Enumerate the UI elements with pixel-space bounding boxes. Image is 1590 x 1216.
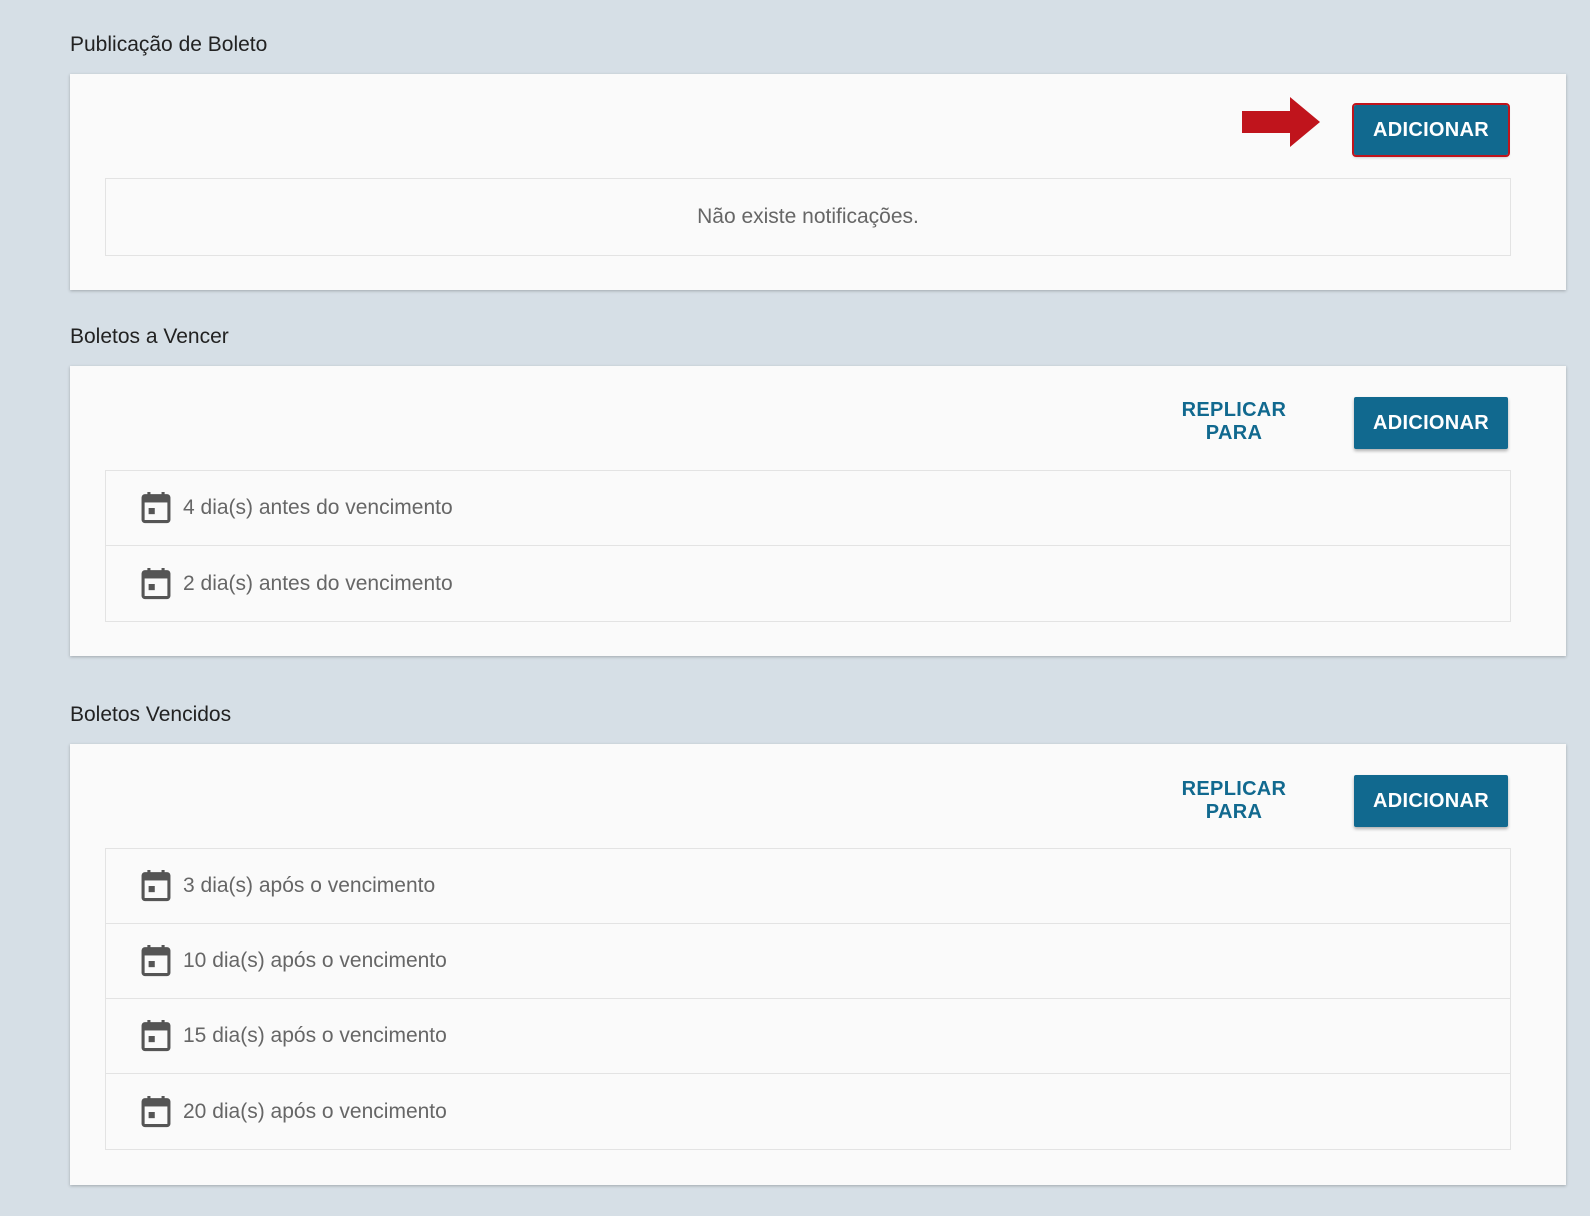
- calendar-icon: [141, 1020, 171, 1052]
- add-button[interactable]: ADICIONAR: [1352, 103, 1510, 157]
- notification-list: Não existe notificações.: [105, 178, 1511, 256]
- list-item[interactable]: 2 dia(s) antes do vencimento: [106, 546, 1510, 621]
- list-item[interactable]: 15 dia(s) após o vencimento: [106, 999, 1510, 1074]
- replicate-button[interactable]: REPLICAR PARA: [1155, 396, 1313, 448]
- list-item[interactable]: 3 dia(s) após o vencimento: [106, 849, 1510, 924]
- section-title-boletos-a-vencer: Boletos a Vencer: [70, 325, 229, 348]
- section-title-publicacao: Publicação de Boleto: [70, 33, 268, 56]
- list-item-label: 15 dia(s) após o vencimento: [183, 1024, 447, 1047]
- list-item[interactable]: 10 dia(s) após o vencimento: [106, 924, 1510, 999]
- list-item-label: 10 dia(s) após o vencimento: [183, 949, 447, 972]
- calendar-icon: [141, 945, 171, 977]
- red-arrow-annotation-icon: [1242, 97, 1320, 147]
- calendar-icon: [141, 492, 171, 524]
- calendar-icon: [141, 567, 171, 599]
- add-button[interactable]: ADICIONAR: [1354, 775, 1508, 827]
- list-item[interactable]: 4 dia(s) antes do vencimento: [106, 471, 1510, 546]
- replicate-button[interactable]: REPLICAR PARA: [1155, 775, 1313, 827]
- card-publicacao-boleto: ADICIONAR Não existe notificações.: [70, 74, 1566, 290]
- list-item-label: 3 dia(s) após o vencimento: [183, 874, 436, 897]
- section-title-boletos-vencidos: Boletos Vencidos: [70, 703, 232, 726]
- list-item-label: 20 dia(s) após o vencimento: [183, 1099, 447, 1123]
- card-boletos-a-vencer: REPLICAR PARA ADICIONAR 4 dia(s) antes d…: [70, 366, 1566, 656]
- list-item[interactable]: 20 dia(s) após o vencimento: [106, 1074, 1510, 1149]
- card-boletos-vencidos: REPLICAR PARA ADICIONAR 3 dia(s) após o …: [70, 744, 1566, 1185]
- list-item-label: 2 dia(s) antes do vencimento: [183, 571, 453, 595]
- empty-message: Não existe notificações.: [697, 205, 919, 228]
- calendar-icon: [141, 870, 171, 902]
- calendar-icon: [141, 1095, 171, 1127]
- notification-list: 4 dia(s) antes do vencimento 2 dia(s) an…: [105, 470, 1511, 622]
- add-button[interactable]: ADICIONAR: [1354, 397, 1508, 449]
- notification-list: 3 dia(s) após o vencimento 10 dia(s) apó…: [105, 848, 1511, 1150]
- list-item-label: 4 dia(s) antes do vencimento: [183, 496, 453, 519]
